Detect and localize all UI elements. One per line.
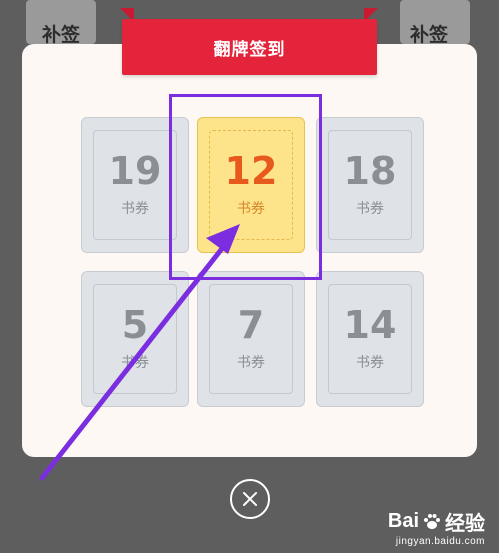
card-value: 5: [121, 303, 149, 347]
close-button[interactable]: [230, 479, 270, 519]
flip-card-4[interactable]: 5 书券: [81, 271, 189, 407]
background-resign-label-right: 补签: [409, 24, 448, 46]
baidu-jingyan-watermark: Bai 经验 jingyan.baidu.com: [388, 507, 485, 547]
card-face: 5 书券: [93, 284, 177, 394]
watermark-suffix: 经验: [445, 513, 485, 535]
highlight-box: [169, 94, 322, 280]
flip-card-3[interactable]: 18 书券: [316, 117, 424, 253]
flip-card-5[interactable]: 7 书券: [197, 271, 305, 407]
modal-title: 翻牌签到: [122, 19, 377, 75]
flip-card-6[interactable]: 14 书券: [316, 271, 424, 407]
card-unit: 书券: [356, 201, 384, 217]
paw-icon: [424, 513, 440, 529]
card-value: 14: [343, 303, 397, 347]
card-unit: 书券: [121, 201, 149, 217]
card-unit: 书券: [356, 355, 384, 371]
background-resign-label-left: 补签: [41, 24, 80, 46]
watermark-brand: Bai: [387, 510, 419, 532]
card-face: 14 书券: [328, 284, 412, 394]
card-value: 19: [108, 149, 162, 193]
close-icon: [243, 492, 257, 506]
card-face: 18 书券: [328, 130, 412, 240]
card-value: 7: [237, 303, 265, 347]
card-unit: 书券: [121, 355, 149, 371]
watermark-url: jingyan.baidu.com: [395, 536, 485, 547]
card-value: 18: [343, 149, 397, 193]
card-face: 7 书券: [209, 284, 293, 394]
card-face: 19 书券: [93, 130, 177, 240]
card-unit: 书券: [237, 355, 265, 371]
